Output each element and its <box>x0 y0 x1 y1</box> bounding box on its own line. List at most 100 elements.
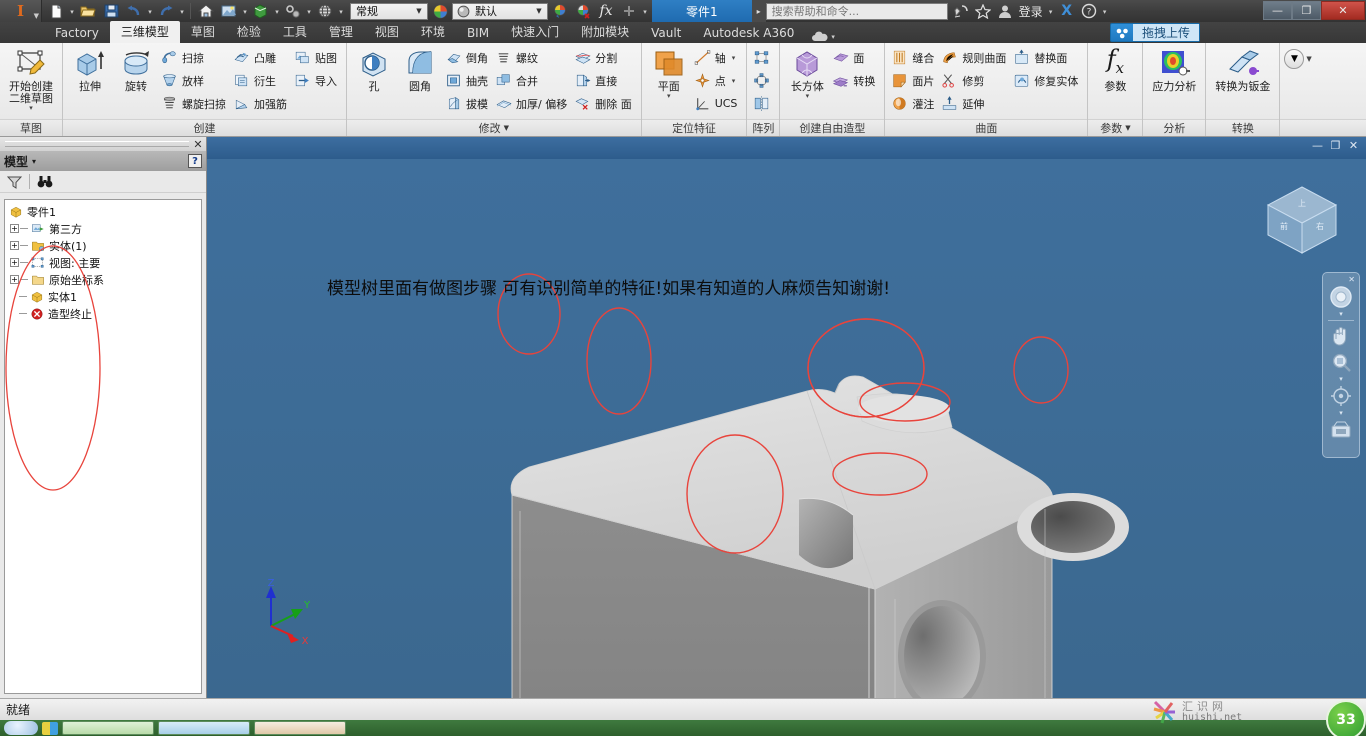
chevron-down-icon[interactable]: ▾ <box>337 1 345 21</box>
tree-expander[interactable]: + <box>10 275 19 284</box>
ribbon-panel-label-修改[interactable]: 修改 ▼ <box>347 119 641 136</box>
taskbar-item[interactable] <box>62 721 154 735</box>
filter-icon[interactable] <box>6 173 23 190</box>
chevron-down-icon[interactable]: ▾ <box>806 93 810 100</box>
chevron-down-icon[interactable]: ▾ <box>68 1 76 21</box>
pan-hand-icon[interactable] <box>1326 323 1356 349</box>
maximize-window-button[interactable]: ❐ <box>1292 1 1321 20</box>
parameters-button[interactable]: fx 参数 <box>1092 46 1138 94</box>
tree-node-5[interactable]: 实体1 <box>7 288 199 305</box>
browser-close-button[interactable]: ✕ <box>192 138 204 151</box>
stitch-button[interactable]: 缝合 <box>889 46 939 69</box>
chevron-down-icon[interactable]: ▾ <box>1339 409 1343 417</box>
ribbon-tab-5[interactable]: 管理 <box>318 21 364 43</box>
chevron-down-icon[interactable]: ▾ <box>178 1 186 21</box>
direct-button[interactable]: 直接 <box>572 69 637 92</box>
orbit-icon[interactable] <box>1326 383 1356 409</box>
ribbon-tab-3[interactable]: 检验 <box>226 21 272 43</box>
document-minimize-button[interactable]: — <box>1310 138 1325 153</box>
material-button[interactable] <box>250 1 272 21</box>
chevron-down-icon[interactable]: ▾ <box>305 1 313 21</box>
sign-in-button[interactable]: 登录 <box>1017 3 1045 20</box>
navigation-bar-close-button[interactable]: ✕ <box>1348 276 1355 284</box>
document-tab-next-arrow[interactable]: ▸ <box>751 0 766 22</box>
appearance-button[interactable] <box>218 1 240 21</box>
split-button[interactable]: 分割 <box>572 46 637 69</box>
tree-node-0[interactable]: 零件1 <box>7 203 199 220</box>
emboss-button[interactable]: 凸雕 <box>231 46 292 69</box>
ribbon-tab-12[interactable]: Autodesk A360 <box>692 24 805 43</box>
clear-appearance-button[interactable] <box>572 1 594 21</box>
hole-button[interactable]: 孔 <box>351 46 397 94</box>
tree-node-6[interactable]: 造型终止 <box>7 305 199 322</box>
new-document-button[interactable] <box>45 1 67 21</box>
chevron-down-icon[interactable]: ▼ <box>1125 124 1130 132</box>
taskbar-item[interactable] <box>158 721 250 735</box>
document-restore-button[interactable]: ❐ <box>1328 138 1343 153</box>
circular-pattern-button[interactable] <box>751 69 775 92</box>
ribbon-tab-9[interactable]: 快速入门 <box>500 21 570 43</box>
look-at-icon[interactable] <box>1326 417 1356 443</box>
ribbon-panel-label-参数[interactable]: 参数 ▼ <box>1088 119 1143 136</box>
tree-node-2[interactable]: + 实体(1) <box>7 237 199 254</box>
ribbon-panel-label-创建自由造型[interactable]: 创建自由造型 <box>780 119 885 136</box>
chevron-down-icon[interactable]: ▾ <box>732 54 736 62</box>
zoom-magnifier-icon[interactable] <box>1326 349 1356 375</box>
ribbon-panel-label-创建[interactable]: 创建 <box>63 119 346 136</box>
freeform-face-button[interactable]: 面 <box>830 46 880 69</box>
fillet-button[interactable]: 圆角 <box>397 46 443 94</box>
coil-button[interactable]: 螺旋扫掠 <box>159 92 231 115</box>
tree-node-4[interactable]: + 原始坐标系 <box>7 271 199 288</box>
chevron-down-icon[interactable]: ▼ <box>34 12 39 20</box>
home-button[interactable] <box>195 1 217 21</box>
undo-button[interactable] <box>123 1 145 21</box>
chevron-down-icon[interactable]: ▼ <box>413 7 425 15</box>
combine-button[interactable]: 合并 <box>493 69 572 92</box>
graphics-viewport[interactable]: 模型树里面有做图步骤 可有识别简单的特征!如果有知道的人麻烦告知谢谢! 上 前 … <box>207 159 1366 698</box>
open-document-button[interactable] <box>77 1 99 21</box>
user-account-icon[interactable] <box>995 1 1015 21</box>
share-satellite-icon[interactable] <box>951 1 971 21</box>
minimize-window-button[interactable]: — <box>1263 1 1292 20</box>
ribbon-tab-8[interactable]: BIM <box>456 24 500 43</box>
sculpt-button[interactable]: 灌注 <box>889 92 939 115</box>
tree-expander[interactable]: + <box>10 241 19 250</box>
trim-button[interactable]: 修剪 <box>939 69 1011 92</box>
chevron-down-icon[interactable]: ▾ <box>1101 1 1109 21</box>
start-button[interactable] <box>4 721 38 735</box>
sweep-button[interactable]: 扫掠 <box>159 46 231 69</box>
ribbon-tab-4[interactable]: 工具 <box>272 21 318 43</box>
select-button[interactable] <box>282 1 304 21</box>
appearance-swatch-icon[interactable] <box>429 1 451 21</box>
patch-button[interactable]: 面片 <box>889 69 939 92</box>
search-input[interactable]: 搜索帮助和命令... <box>765 2 948 20</box>
stress-analysis-button[interactable]: 应力分析 <box>1147 46 1201 94</box>
loft-button[interactable]: 放样 <box>159 69 231 92</box>
view-cube[interactable]: 上 前 右 <box>1260 181 1344 259</box>
chamfer-button[interactable]: 倒角 <box>443 46 493 69</box>
steering-wheel-icon[interactable] <box>1326 284 1356 310</box>
freeform-convert-button[interactable]: 转换 <box>830 69 880 92</box>
taskbar-quicklaunch-icon[interactable] <box>42 721 58 735</box>
chevron-down-icon[interactable]: ▼ <box>533 7 545 15</box>
ribbon-tab-6[interactable]: 视图 <box>364 21 410 43</box>
model-tree[interactable]: 零件1 + 第三方 + 实体(1) + 视图: 主要 + 原始坐标系 实体1 造型终止 <box>4 199 202 694</box>
find-binoculars-icon[interactable] <box>36 173 53 190</box>
plane-button[interactable]: 平面 ▾ <box>646 46 692 100</box>
chevron-down-icon[interactable]: ▾ <box>273 1 281 21</box>
ribbon-tab-2[interactable]: 草图 <box>180 21 226 43</box>
repair-body-button[interactable]: 修复实体 <box>1011 69 1083 92</box>
draft-button[interactable]: 拔模 <box>443 92 493 115</box>
material-combobox[interactable]: 常规 ▼ <box>350 2 428 20</box>
a360-tab-cloud-icon[interactable]: ▾ <box>811 31 835 43</box>
mirror-button[interactable] <box>751 92 775 115</box>
autodesk-exchange-icon[interactable]: X <box>1057 1 1077 21</box>
a360-drag-upload-button[interactable]: 拖拽上传 <box>1110 23 1201 42</box>
browser-drag-handle[interactable]: ✕ <box>0 137 206 151</box>
tree-expander[interactable]: + <box>10 224 19 233</box>
chevron-down-icon[interactable]: ▼ <box>504 124 509 132</box>
ribbon-tab-11[interactable]: Vault <box>640 24 692 43</box>
shell-button[interactable]: 抽壳 <box>443 69 493 92</box>
ribbon-panel-label-曲面[interactable]: 曲面 <box>885 119 1088 136</box>
thread-button[interactable]: 螺纹 <box>493 46 572 69</box>
